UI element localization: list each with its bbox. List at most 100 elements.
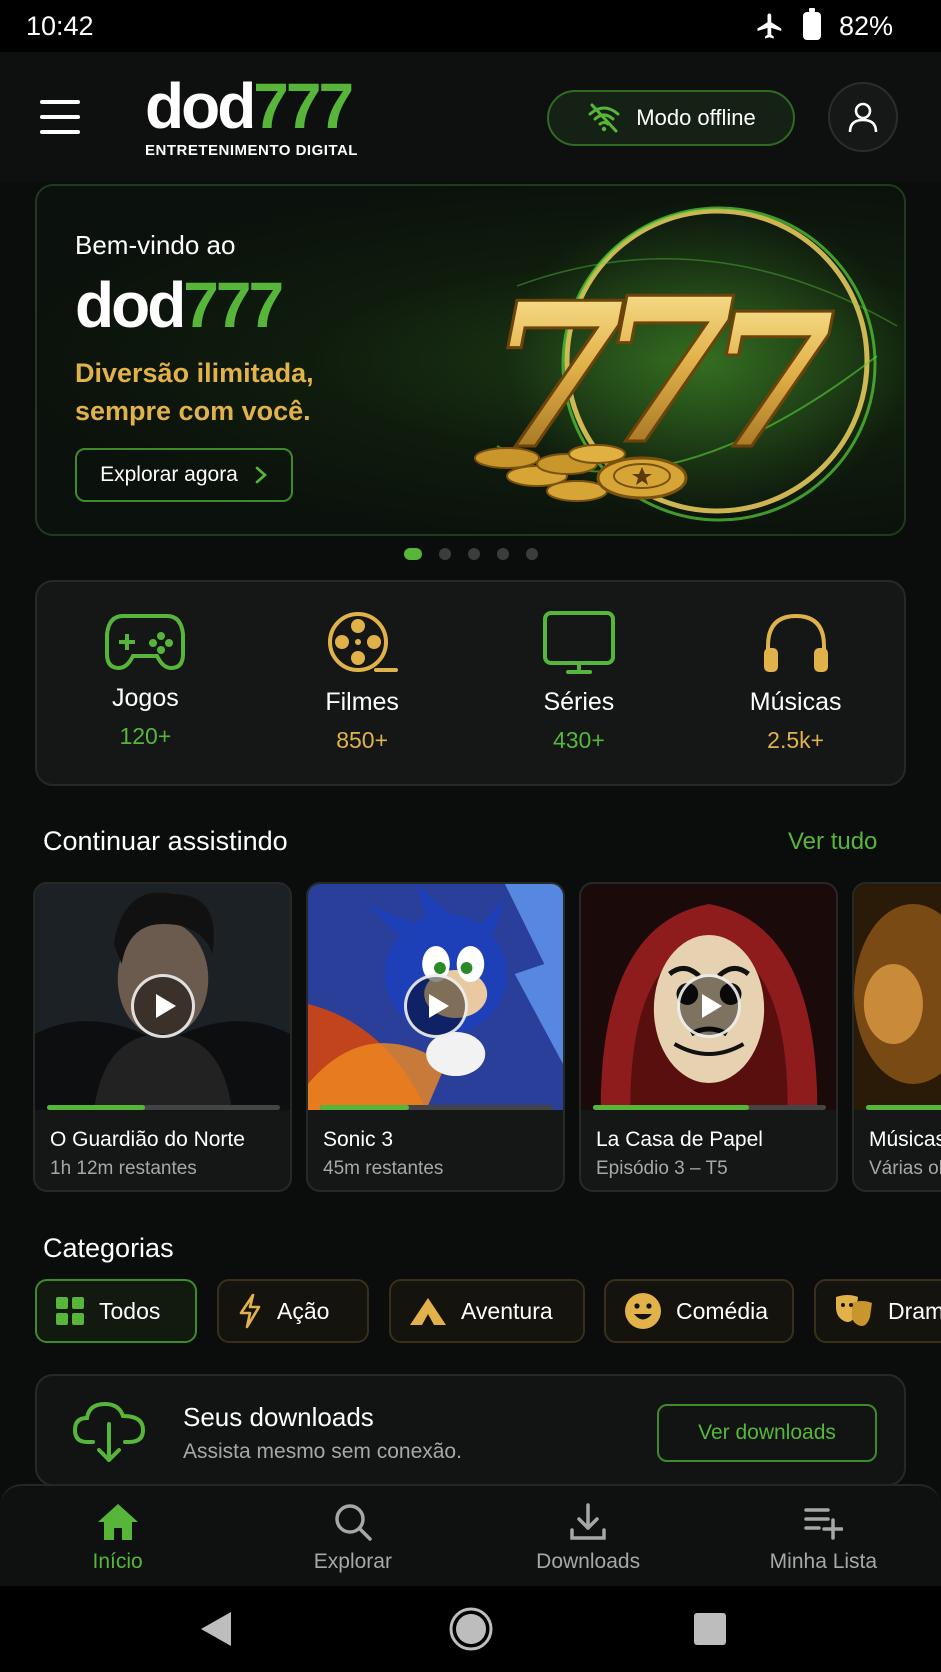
card-subtitle: Várias ob xyxy=(869,1158,941,1179)
card-subtitle: 1h 12m restantes xyxy=(50,1158,197,1179)
thumbnail-image xyxy=(854,884,941,1110)
offline-mode-button[interactable]: Modo offline xyxy=(547,90,795,146)
category-count: 430+ xyxy=(552,727,605,753)
svg-text:7: 7 xyxy=(707,272,836,490)
user-icon xyxy=(848,102,878,133)
film-reel-icon xyxy=(328,612,399,672)
chevron-right-icon xyxy=(255,466,267,484)
continue-watching-title: Continuar assistindo xyxy=(43,826,288,856)
battery-icon xyxy=(802,8,821,40)
nav-label: Downloads xyxy=(536,1550,641,1573)
continue-watching-card[interactable]: Músicas Várias ob xyxy=(852,882,941,1192)
chip-label: Comédia xyxy=(676,1297,769,1324)
home-circle-icon[interactable] xyxy=(448,1606,494,1652)
play-button[interactable] xyxy=(676,974,741,1038)
chip-action[interactable]: Ação xyxy=(217,1279,369,1343)
progress-bar xyxy=(866,1105,941,1110)
menu-icon[interactable] xyxy=(40,100,80,134)
cloud-download-icon xyxy=(73,1401,145,1462)
nav-label: Início xyxy=(92,1550,143,1573)
status-bar: 10:42 82% xyxy=(0,0,941,52)
nav-label: Explorar xyxy=(313,1550,392,1573)
category-label: Filmes xyxy=(325,688,399,716)
chip-label: Aventura xyxy=(461,1297,553,1324)
nav-downloads[interactable]: Downloads xyxy=(471,1486,706,1586)
content-type-summary: Jogos 120+ Filmes 850+ Séries 430+ Músic… xyxy=(35,580,906,786)
logo-text-777: 777 xyxy=(253,70,354,142)
carousel-dot[interactable] xyxy=(467,548,480,560)
category-label: Músicas xyxy=(749,688,842,716)
search-icon xyxy=(335,1504,372,1541)
explore-now-button[interactable]: Explorar agora xyxy=(75,448,293,502)
chip-label: Drama xyxy=(888,1297,941,1324)
grid-icon xyxy=(56,1297,84,1325)
nav-my-list[interactable]: Minha Lista xyxy=(706,1486,941,1586)
chip-label: Todos xyxy=(99,1297,161,1324)
category-series[interactable]: Séries 430+ xyxy=(471,582,688,784)
hero-777-artwork: 7 7 7 xyxy=(474,201,904,522)
category-count: 2.5k+ xyxy=(767,727,825,753)
hero-welcome-text: Bem-vindo ao xyxy=(75,230,236,260)
bottom-navigation: Início Explorar Downloads Minha Lista xyxy=(0,1484,941,1586)
category-label: Séries xyxy=(543,688,615,716)
carousel-dot[interactable] xyxy=(438,548,451,560)
recents-icon[interactable] xyxy=(693,1612,727,1646)
chip-drama[interactable]: Drama xyxy=(814,1279,941,1343)
hero-brand: dod777 xyxy=(75,269,284,341)
category-count: 850+ xyxy=(336,727,389,753)
back-icon[interactable] xyxy=(198,1610,234,1648)
hero-carousel-indicator[interactable] xyxy=(0,548,941,560)
play-button[interactable] xyxy=(130,974,195,1038)
headphones-icon xyxy=(763,613,828,672)
tv-icon xyxy=(542,611,615,674)
downloads-card: Seus downloads Assista mesmo sem conexão… xyxy=(35,1374,906,1486)
continue-watching-card[interactable]: La Casa de Papel Episódio 3 – T5 xyxy=(579,882,838,1192)
category-games[interactable]: Jogos 120+ xyxy=(37,582,254,784)
chip-all[interactable]: Todos xyxy=(35,1279,197,1343)
category-music[interactable]: Músicas 2.5k+ xyxy=(687,582,904,784)
continue-watching-carousel[interactable]: O Guardião do Norte 1h 12m restantes Son… xyxy=(33,882,941,1194)
chip-comedy[interactable]: Comédia xyxy=(604,1279,794,1343)
categories-title: Categorias xyxy=(43,1233,174,1263)
airplane-mode-icon xyxy=(757,13,782,39)
card-title: O Guardião do Norte xyxy=(50,1128,245,1151)
home-icon xyxy=(97,1504,138,1540)
card-title: Músicas xyxy=(869,1128,941,1151)
carousel-dot[interactable] xyxy=(525,548,538,560)
play-button[interactable] xyxy=(403,974,468,1038)
continue-watching-card[interactable]: O Guardião do Norte 1h 12m restantes xyxy=(33,882,292,1192)
offline-mode-label: Modo offline xyxy=(636,105,756,130)
nav-label: Minha Lista xyxy=(769,1550,878,1573)
hero-brand-777: 777 xyxy=(183,269,284,341)
continue-watching-card[interactable]: Sonic 3 45m restantes xyxy=(306,882,565,1192)
see-all-link[interactable]: Ver tudo xyxy=(788,828,877,856)
chip-label: Ação xyxy=(277,1297,330,1324)
progress-bar xyxy=(320,1105,553,1110)
nav-explore[interactable]: Explorar xyxy=(235,1486,470,1586)
battery-percent: 82% xyxy=(838,10,893,41)
nav-home[interactable]: Início xyxy=(0,1486,235,1586)
explore-now-label: Explorar agora xyxy=(100,463,238,486)
hero-tagline: Diversão ilimitada, sempre com você. xyxy=(75,358,314,426)
logo-text-dod: dod xyxy=(145,70,256,142)
logo-subtitle: ENTRETENIMENTO DIGITAL xyxy=(145,142,358,159)
category-label: Jogos xyxy=(112,684,179,712)
carousel-dot[interactable] xyxy=(403,548,422,560)
view-downloads-button[interactable]: Ver downloads xyxy=(657,1404,877,1462)
status-time: 10:42 xyxy=(26,10,94,41)
category-movies[interactable]: Filmes 850+ xyxy=(254,582,471,784)
mountain-icon xyxy=(410,1298,446,1325)
app-logo[interactable]: dod777 ENTRETENIMENTO DIGITAL xyxy=(145,74,358,159)
hero-brand-dod: dod xyxy=(75,269,186,341)
hero-banner[interactable]: Bem-vindo ao dod777 Diversão ilimitada, … xyxy=(35,184,906,536)
category-chips[interactable]: Todos Ação Aventura Comédia Drama xyxy=(35,1279,941,1345)
progress-bar xyxy=(47,1105,280,1110)
carousel-dot[interactable] xyxy=(496,548,509,560)
chip-adventure[interactable]: Aventura xyxy=(389,1279,585,1343)
status-icons: 82% xyxy=(755,8,893,42)
downloads-subtitle: Assista mesmo sem conexão. xyxy=(183,1440,462,1463)
card-title: Sonic 3 xyxy=(323,1128,394,1151)
profile-button[interactable] xyxy=(828,82,898,152)
smile-icon xyxy=(625,1293,661,1329)
card-title: La Casa de Papel xyxy=(596,1128,763,1151)
